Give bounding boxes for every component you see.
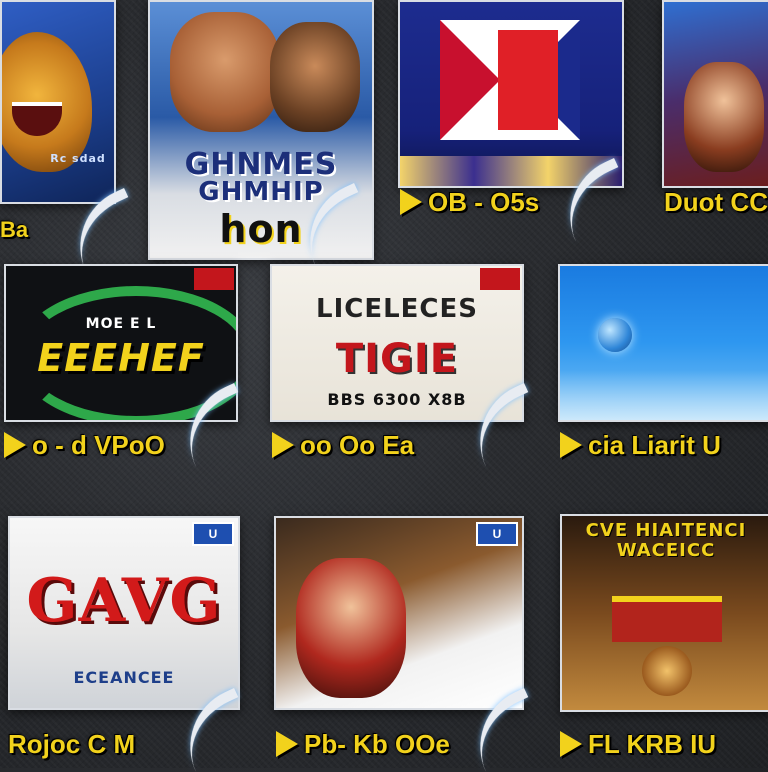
game-tile-1[interactable]: Rc sdad <box>0 0 116 204</box>
caption-text: Duot CC <box>664 186 768 217</box>
play-icon <box>400 189 422 215</box>
game-caption-7[interactable]: cia Liarit U <box>560 425 768 465</box>
caption-text: OB - O5s <box>428 186 540 217</box>
caption-text: FL KRB IU <box>588 728 717 759</box>
temple-art <box>612 596 722 642</box>
caption-text: Pb- Kb OOe <box>304 728 450 759</box>
art-title: LICELECES <box>316 294 478 324</box>
game-tile-7[interactable] <box>558 264 768 422</box>
corner-badge: U <box>476 522 518 546</box>
game-caption-1[interactable]: Ba <box>0 210 70 250</box>
corner-badge <box>480 268 520 290</box>
orb-art <box>598 318 632 352</box>
play-icon <box>560 731 582 757</box>
brawler-art <box>170 12 280 132</box>
caption-text: cia Liarit U <box>588 429 721 460</box>
game-caption-6[interactable]: oo Oo Ea <box>272 425 512 465</box>
art-subtitle: ECEANCEE <box>73 668 175 687</box>
caption-text: o - d VPoO <box>32 429 165 460</box>
brawler-art-2 <box>270 22 360 132</box>
warrior-art <box>296 558 406 698</box>
game-tile-4[interactable] <box>662 0 768 188</box>
art-title: CVE HIAITENCI <box>585 520 747 541</box>
art-subtitle: WACEICC <box>616 540 716 561</box>
game-caption-4[interactable]: Duot CC <box>664 182 768 222</box>
flag-logo <box>440 20 580 140</box>
game-tile-10[interactable]: CVE HIAITENCI WACEICC <box>560 514 768 712</box>
art-title: EEEHEF <box>37 336 205 380</box>
caption-text: oo Oo Ea <box>300 429 415 460</box>
hero-art <box>684 62 764 172</box>
caption-text: Ba <box>0 217 29 242</box>
game-tile-5[interactable]: MOE E L EEEHEF <box>4 264 238 422</box>
game-tile-3[interactable] <box>398 0 624 188</box>
caption-text: Rojoc C M <box>8 728 136 759</box>
art-subtitle: MOE E L <box>85 316 157 332</box>
game-tile-9[interactable]: U <box>274 516 524 710</box>
art-title: GAVG <box>26 566 222 636</box>
art-text: Rc sdad <box>50 152 106 165</box>
art-subtitle: BBS 6300 X8B <box>327 390 467 409</box>
art-big-title: TIGIE <box>335 336 459 382</box>
game-tile-8[interactable]: U GAVG ECEANCEE <box>8 516 240 710</box>
corner-badge <box>194 268 234 290</box>
play-icon <box>4 432 26 458</box>
play-icon <box>560 432 582 458</box>
corner-badge: U <box>192 522 234 546</box>
play-icon <box>272 432 294 458</box>
game-tile-6[interactable]: LICELECES TIGIE BBS 6300 X8B <box>270 264 524 422</box>
game-caption-10[interactable]: FL KRB IU <box>560 724 768 764</box>
cloud-layer <box>560 370 768 420</box>
play-icon <box>276 731 298 757</box>
gong-art <box>642 646 692 696</box>
